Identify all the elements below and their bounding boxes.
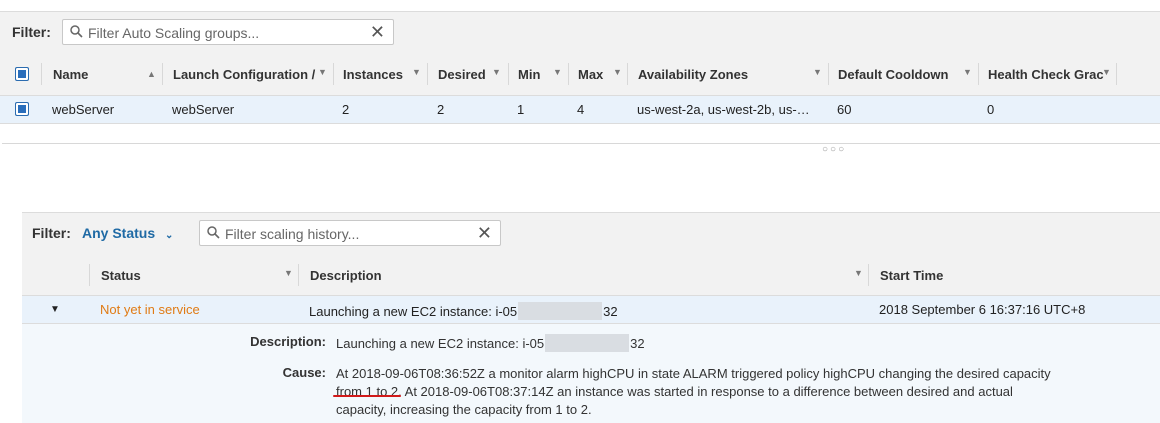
history-table-header: Status ▼ Description ▼ Start Time — [22, 255, 1160, 296]
chevron-down-icon[interactable]: ▼ — [613, 67, 622, 77]
cell-availability-zones: us-west-2a, us-west-2b, us-… — [637, 102, 810, 117]
cell-min: 1 — [517, 102, 525, 117]
expand-triangle-icon[interactable]: ▼ — [50, 304, 60, 315]
detail-description-label: Description: — [250, 334, 326, 349]
chevron-down-icon[interactable]: ▼ — [813, 67, 822, 77]
groups-filter-bar: Filter: Filter Auto Scaling groups... ✕ — [0, 11, 1160, 55]
detail-description: Launching a new EC2 instance: i-05 32 — [336, 334, 645, 352]
groups-table-header: Name ▲ Launch Configuration / ▼ Instance… — [0, 54, 1160, 96]
chevron-down-icon[interactable]: ▼ — [318, 67, 327, 77]
history-filter-bar: Filter: Any Status ⌄ Filter scaling hist… — [22, 212, 1160, 256]
chevron-down-icon[interactable]: ▼ — [854, 268, 863, 278]
search-icon — [70, 25, 83, 41]
red-underline-annotation — [333, 395, 401, 397]
panel-divider — [2, 143, 1160, 144]
select-all-checkbox[interactable] — [15, 67, 29, 81]
chevron-down-icon[interactable]: ▼ — [284, 268, 293, 278]
history-row[interactable]: ▼ Not yet in service Launching a new EC2… — [22, 296, 1160, 324]
detail-cause-label: Cause: — [282, 365, 326, 380]
detail-cause: At 2018-09-06T08:36:52Z a monitor alarm … — [336, 366, 1051, 417]
column-header-desired[interactable]: Desired — [438, 67, 486, 82]
column-header-availability-zones[interactable]: Availability Zones — [638, 67, 748, 82]
column-header-max[interactable]: Max — [578, 67, 603, 82]
chevron-down-icon[interactable]: ▼ — [492, 67, 501, 77]
clear-icon[interactable]: ✕ — [370, 22, 385, 42]
cell-health-check-grace: 0 — [987, 102, 995, 117]
status-filter-dropdown[interactable]: Any Status ⌄ — [82, 225, 173, 241]
column-header-status[interactable]: Status — [101, 268, 141, 283]
clear-icon[interactable]: ✕ — [477, 223, 492, 243]
column-header-default-cooldown[interactable]: Default Cooldown — [838, 67, 949, 82]
column-header-min[interactable]: Min — [518, 67, 540, 82]
chevron-down-icon[interactable]: ▼ — [1102, 67, 1111, 77]
groups-search-placeholder: Filter Auto Scaling groups... — [88, 25, 260, 41]
row-checkbox[interactable] — [15, 102, 29, 116]
redacted-block — [518, 302, 603, 320]
column-header-description[interactable]: Description — [310, 268, 382, 283]
history-search-placeholder: Filter scaling history... — [225, 226, 360, 242]
chevron-down-icon[interactable]: ▼ — [412, 67, 421, 77]
chevron-down-icon: ⌄ — [165, 230, 174, 241]
resize-handle[interactable]: ○○○ — [822, 144, 846, 155]
status-filter-value: Any Status — [82, 225, 156, 241]
chevron-down-icon[interactable]: ▼ — [963, 67, 972, 77]
redacted-block — [545, 334, 630, 352]
cell-launch-configuration: webServer — [172, 102, 235, 117]
history-filter-label: Filter: — [32, 225, 71, 241]
column-header-health-check-grace[interactable]: Health Check Grac — [988, 67, 1104, 82]
sort-ascending-icon[interactable]: ▲ — [147, 69, 156, 79]
search-icon — [207, 226, 220, 242]
column-header-start-time[interactable]: Start Time — [880, 268, 943, 283]
cell-name: webServer — [52, 102, 115, 117]
cell-desired: 2 — [437, 102, 445, 117]
groups-filter-label: Filter: — [12, 24, 51, 40]
history-search-input[interactable]: Filter scaling history... ✕ — [199, 220, 501, 246]
column-header-launch-configuration[interactable]: Launch Configuration / — [173, 67, 315, 82]
column-header-name[interactable]: Name — [53, 67, 88, 82]
table-row[interactable]: webServer webServer 2 2 1 4 us-west-2a, … — [0, 96, 1160, 124]
history-detail-panel: Description: Launching a new EC2 instanc… — [22, 324, 1160, 423]
cell-description: Launching a new EC2 instance: i-05 32 — [309, 302, 618, 320]
column-header-instances[interactable]: Instances — [343, 67, 403, 82]
groups-search-input[interactable]: Filter Auto Scaling groups... ✕ — [62, 19, 394, 45]
status-not-in-service: Not yet in service — [100, 302, 200, 317]
cell-instances: 2 — [342, 102, 350, 117]
chevron-down-icon[interactable]: ▼ — [553, 67, 562, 77]
cell-max: 4 — [577, 102, 585, 117]
cell-start-time: 2018 September 6 16:37:16 UTC+8 — [879, 302, 1086, 317]
cell-default-cooldown: 60 — [837, 102, 852, 117]
